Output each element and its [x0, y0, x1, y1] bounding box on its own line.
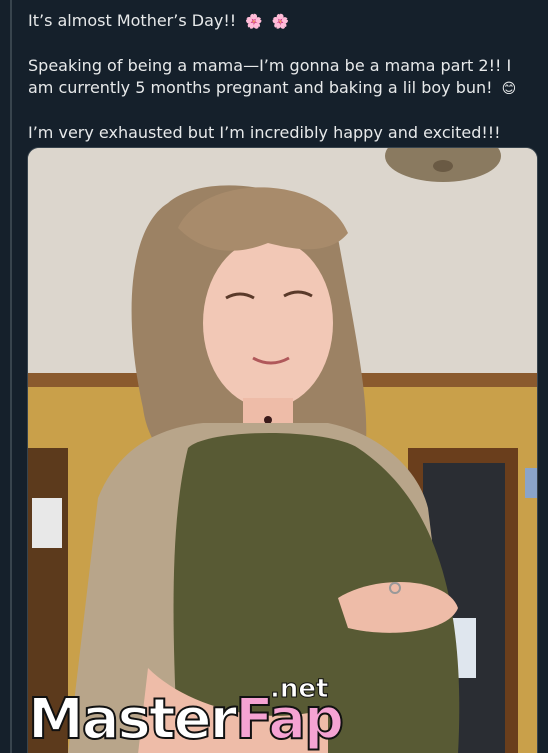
- flower-emoji-icon: 🌸: [271, 14, 290, 30]
- post-line-2: Speaking of being a mama—I’m gonna be a …: [28, 56, 512, 97]
- post-container: It’s almost Mother’s Day!! 🌸 🌸 Speaking …: [0, 0, 548, 753]
- post-line-3: I’m very exhausted but I’m incredibly ha…: [28, 123, 501, 142]
- photo-illustration: [28, 148, 537, 753]
- smile-emoji-icon: 😊: [501, 81, 517, 97]
- post-media-photo[interactable]: .net MasterFap: [27, 147, 538, 753]
- person-face: [203, 238, 333, 408]
- thread-line: [10, 0, 12, 753]
- post-line-1: It’s almost Mother’s Day!!: [28, 11, 237, 30]
- post-body: It’s almost Mother’s Day!! 🌸 🌸 Speaking …: [28, 10, 533, 166]
- flower-emoji-icon: 🌸: [245, 14, 263, 30]
- post-paragraph-1: It’s almost Mother’s Day!! 🌸 🌸: [28, 10, 533, 33]
- post-paragraph-2: Speaking of being a mama—I’m gonna be a …: [28, 55, 533, 100]
- post-paragraph-3: I’m very exhausted but I’m incredibly ha…: [28, 122, 533, 144]
